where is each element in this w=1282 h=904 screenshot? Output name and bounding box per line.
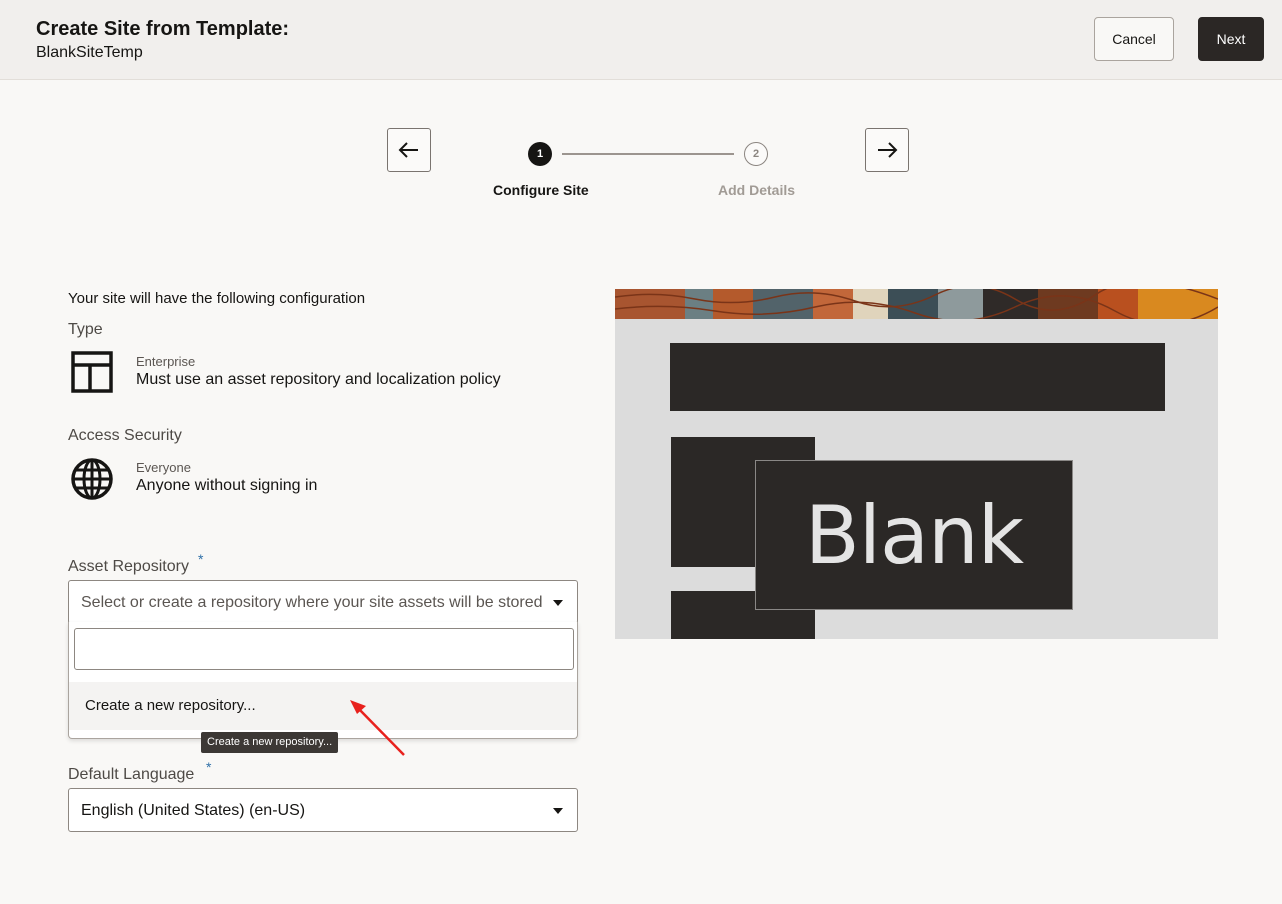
default-language-value: English (United States) (en-US) bbox=[81, 802, 306, 819]
template-name: BlankSiteTemp bbox=[36, 44, 143, 61]
repository-search-input[interactable] bbox=[74, 628, 574, 670]
preview-banner-image bbox=[615, 289, 1218, 319]
next-step-button[interactable] bbox=[865, 128, 909, 172]
access-security-heading: Access Security bbox=[68, 427, 182, 444]
step-connector bbox=[562, 153, 734, 155]
create-repository-option[interactable]: Create a new repository... bbox=[69, 682, 577, 730]
asset-repository-label: Asset Repository bbox=[68, 558, 189, 575]
step-2-indicator[interactable]: 2 bbox=[744, 142, 768, 166]
asset-repository-placeholder: Select or create a repository where your… bbox=[81, 594, 543, 611]
asset-repository-select[interactable]: Select or create a repository where your… bbox=[68, 580, 578, 624]
required-marker: * bbox=[198, 551, 204, 567]
layout-icon bbox=[71, 351, 113, 393]
required-marker: * bbox=[206, 759, 212, 775]
next-button[interactable]: Next bbox=[1198, 17, 1264, 61]
asset-repository-dropdown: Create a new repository... bbox=[68, 622, 578, 739]
cancel-button[interactable]: Cancel bbox=[1094, 17, 1174, 61]
default-language-label: Default Language bbox=[68, 766, 195, 783]
previous-step-button[interactable] bbox=[387, 128, 431, 172]
arrow-left-icon bbox=[398, 142, 418, 158]
preview-blank-text: Blank bbox=[804, 488, 1024, 582]
preview-header-block bbox=[670, 343, 1165, 411]
step-2-label[interactable]: Add Details bbox=[718, 182, 795, 198]
access-name: Everyone bbox=[136, 460, 191, 475]
access-description: Anyone without signing in bbox=[136, 477, 318, 494]
step-1-label: Configure Site bbox=[493, 182, 589, 198]
preview-main-block: Blank bbox=[755, 460, 1073, 610]
page-title: Create Site from Template: bbox=[36, 18, 290, 40]
annotation-arrow-icon bbox=[350, 700, 405, 756]
tooltip: Create a new repository... bbox=[201, 732, 339, 753]
create-repository-option-label: Create a new repository... bbox=[85, 697, 256, 714]
type-description: Must use an asset repository and localiz… bbox=[136, 371, 501, 388]
arrow-right-icon bbox=[878, 142, 898, 158]
globe-icon bbox=[71, 458, 113, 500]
default-language-select[interactable]: English (United States) (en-US) bbox=[68, 788, 578, 832]
type-heading: Type bbox=[68, 321, 103, 338]
caret-down-icon bbox=[553, 600, 563, 606]
template-preview: Blank bbox=[615, 289, 1218, 639]
type-name: Enterprise bbox=[136, 354, 196, 369]
header-bar: Create Site from Template: BlankSiteTemp… bbox=[0, 0, 1282, 80]
config-intro: Your site will have the following config… bbox=[68, 290, 366, 307]
caret-down-icon bbox=[553, 808, 563, 814]
step-1-indicator: 1 bbox=[528, 142, 552, 166]
